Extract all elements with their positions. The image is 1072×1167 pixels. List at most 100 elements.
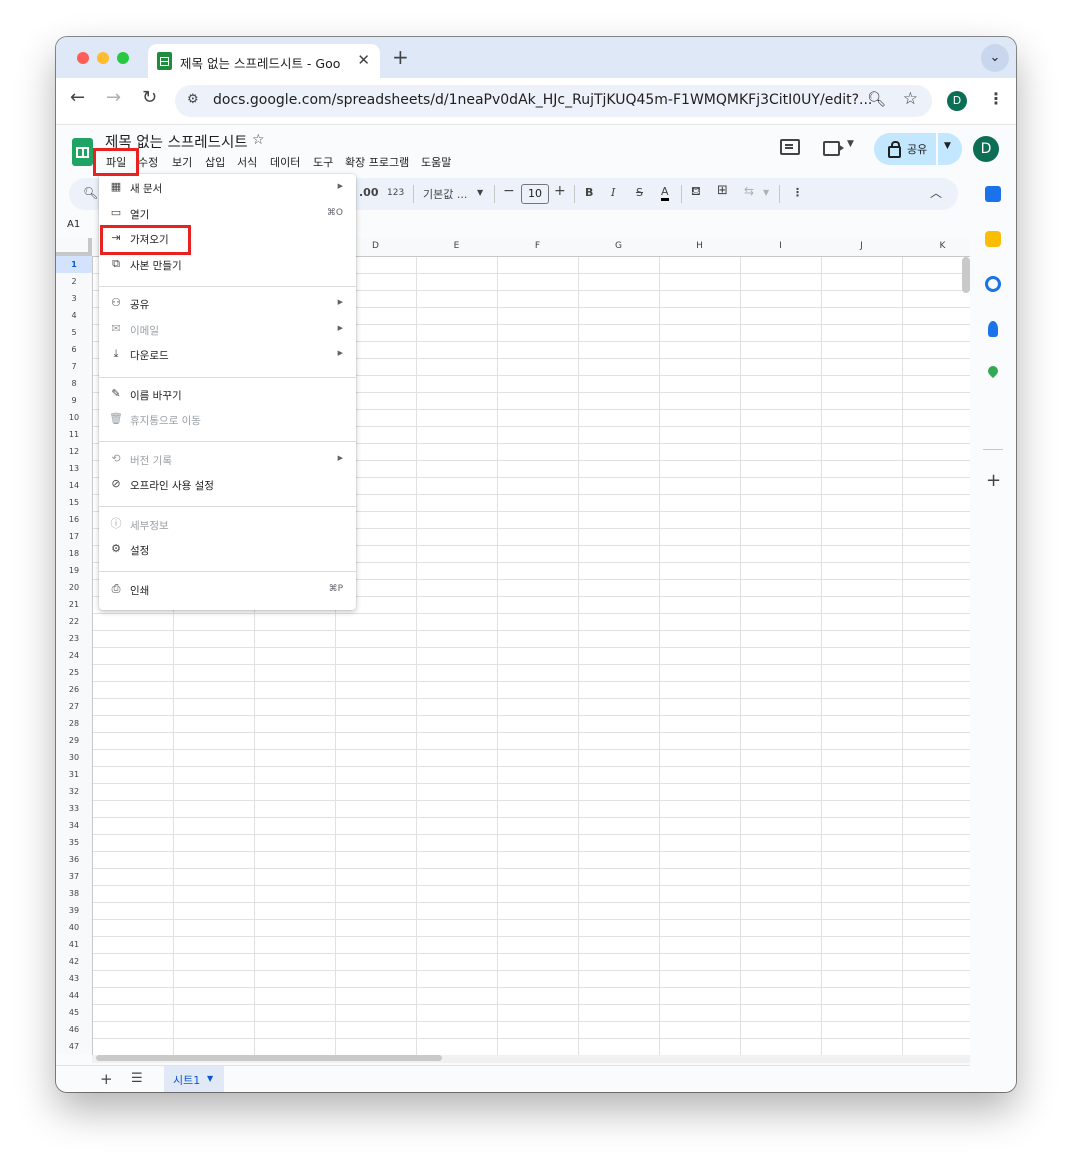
tab-search-chevron-icon[interactable]: ⌄ bbox=[981, 44, 1009, 72]
merge-cells-icon[interactable]: ⇆ bbox=[744, 184, 754, 198]
bookmark-star-icon[interactable]: ☆ bbox=[903, 89, 918, 109]
row-header[interactable]: 29 bbox=[56, 732, 92, 749]
minimize-window-button[interactable] bbox=[97, 52, 109, 64]
sheets-logo-icon[interactable] bbox=[72, 138, 93, 166]
row-header[interactable]: 32 bbox=[56, 783, 92, 800]
row-header[interactable]: 22 bbox=[56, 613, 92, 630]
maximize-window-button[interactable] bbox=[117, 52, 129, 64]
increase-decimal-button[interactable]: .00 bbox=[359, 186, 379, 199]
row-header[interactable]: 33 bbox=[56, 800, 92, 817]
close-window-button[interactable] bbox=[77, 52, 89, 64]
row-header[interactable]: 41 bbox=[56, 936, 92, 953]
menu-item-details[interactable]: ⓘ 세부정보 bbox=[99, 513, 356, 537]
number-format-button[interactable]: 123 bbox=[387, 188, 404, 198]
row-header[interactable]: 9 bbox=[56, 392, 92, 409]
column-header-e[interactable]: E bbox=[416, 241, 497, 251]
row-header[interactable]: 15 bbox=[56, 494, 92, 511]
increase-font-size-button[interactable]: + bbox=[554, 183, 566, 199]
zoom-icon[interactable]: 🔍︎ bbox=[867, 90, 886, 108]
collapse-toolbar-chevron-icon[interactable]: ︿ bbox=[930, 184, 942, 201]
row-header[interactable]: 3 bbox=[56, 290, 92, 307]
row-header[interactable]: 6 bbox=[56, 341, 92, 358]
menu-item-version-history[interactable]: ⟲ 버전 기록 ▶ bbox=[99, 448, 356, 472]
column-header-h[interactable]: H bbox=[659, 241, 740, 251]
menu-item-offline[interactable]: ⊘ 오프라인 사용 설정 bbox=[99, 473, 356, 497]
row-header[interactable]: 47 bbox=[56, 1038, 92, 1055]
address-bar[interactable]: ⚙ docs.google.com/spreadsheets/d/1neaPv0… bbox=[175, 85, 932, 117]
browser-tab[interactable]: 제목 없는 스프레드시트 - Google ✕ bbox=[148, 44, 380, 78]
row-header[interactable]: 34 bbox=[56, 817, 92, 834]
browser-menu-icon[interactable]: ⋮ bbox=[988, 89, 1004, 108]
row-header[interactable]: 18 bbox=[56, 545, 92, 562]
merge-caret-icon[interactable]: ▼ bbox=[763, 188, 769, 197]
row-header[interactable]: 28 bbox=[56, 715, 92, 732]
keep-icon[interactable] bbox=[985, 231, 1001, 247]
row-header[interactable]: 19 bbox=[56, 562, 92, 579]
menu-tools[interactable]: 도구 bbox=[313, 154, 333, 170]
column-header-k[interactable]: K bbox=[902, 241, 970, 251]
new-tab-button[interactable]: + bbox=[392, 45, 409, 69]
row-header[interactable]: 2 bbox=[56, 273, 92, 290]
menu-data[interactable]: 데이터 bbox=[270, 154, 300, 170]
menu-item-open[interactable]: ▭ 열기 ⌘O bbox=[99, 202, 356, 226]
horizontal-scrollbar[interactable] bbox=[96, 1055, 442, 1061]
menu-insert[interactable]: 삽입 bbox=[205, 154, 225, 170]
column-header-i[interactable]: I bbox=[740, 241, 821, 251]
name-box[interactable]: A1 bbox=[67, 219, 80, 230]
meet-camera-icon[interactable] bbox=[823, 141, 844, 156]
font-size-input[interactable]: 10 bbox=[521, 184, 549, 204]
menu-edit[interactable]: 수정 bbox=[138, 154, 158, 170]
menu-format[interactable]: 서식 bbox=[237, 154, 257, 170]
sheet-tab[interactable]: 시트1 ▼ bbox=[164, 1066, 224, 1092]
row-header[interactable]: 11 bbox=[56, 426, 92, 443]
row-header[interactable]: 23 bbox=[56, 630, 92, 647]
search-menus-icon[interactable]: 🔍︎ bbox=[83, 186, 98, 200]
all-sheets-menu-icon[interactable]: ☰ bbox=[131, 1071, 143, 1086]
add-sheet-button[interactable]: + bbox=[100, 1070, 113, 1088]
row-header[interactable]: 1 bbox=[56, 256, 92, 273]
site-settings-icon[interactable]: ⚙ bbox=[187, 92, 199, 107]
borders-icon[interactable]: ⊞ bbox=[717, 183, 728, 198]
back-arrow-icon[interactable]: ← bbox=[70, 87, 85, 108]
row-header[interactable]: 30 bbox=[56, 749, 92, 766]
row-header[interactable]: 37 bbox=[56, 868, 92, 885]
row-header[interactable]: 5 bbox=[56, 324, 92, 341]
row-header[interactable]: 45 bbox=[56, 1004, 92, 1021]
menu-help[interactable]: 도움말 bbox=[421, 154, 451, 170]
row-header[interactable]: 21 bbox=[56, 596, 92, 613]
decrease-font-size-button[interactable]: − bbox=[503, 183, 515, 199]
maps-icon[interactable] bbox=[985, 363, 1001, 379]
star-icon[interactable]: ☆ bbox=[252, 132, 265, 148]
row-header[interactable]: 36 bbox=[56, 851, 92, 868]
select-all-corner[interactable] bbox=[56, 238, 92, 256]
calendar-icon[interactable] bbox=[985, 186, 1001, 202]
column-header-g[interactable]: G bbox=[578, 241, 659, 251]
reload-icon[interactable]: ↻ bbox=[142, 87, 157, 108]
menu-view[interactable]: 보기 bbox=[172, 154, 192, 170]
row-header[interactable]: 26 bbox=[56, 681, 92, 698]
menu-item-email[interactable]: ✉ 이메일 ▶ bbox=[99, 318, 356, 342]
row-header[interactable]: 16 bbox=[56, 511, 92, 528]
row-header[interactable]: 8 bbox=[56, 375, 92, 392]
contacts-icon[interactable] bbox=[988, 321, 998, 337]
row-header[interactable]: 46 bbox=[56, 1021, 92, 1038]
row-header[interactable]: 39 bbox=[56, 902, 92, 919]
menu-item-new[interactable]: ▦ 새 문서 ▶ bbox=[99, 176, 356, 200]
meet-caret-icon[interactable]: ▼ bbox=[847, 139, 854, 149]
row-header[interactable]: 14 bbox=[56, 477, 92, 494]
get-addons-plus-icon[interactable]: + bbox=[986, 470, 1001, 491]
column-header-j[interactable]: J bbox=[821, 241, 902, 251]
close-tab-icon[interactable]: ✕ bbox=[357, 51, 370, 69]
comment-history-icon[interactable] bbox=[780, 139, 800, 155]
row-header[interactable]: 40 bbox=[56, 919, 92, 936]
row-header[interactable]: 20 bbox=[56, 579, 92, 596]
row-header[interactable]: 24 bbox=[56, 647, 92, 664]
row-header[interactable]: 38 bbox=[56, 885, 92, 902]
row-header[interactable]: 25 bbox=[56, 664, 92, 681]
text-color-button[interactable]: A bbox=[661, 186, 669, 201]
menu-item-download[interactable]: ⤓ 다운로드 ▶ bbox=[99, 343, 356, 367]
tasks-icon[interactable] bbox=[985, 276, 1001, 292]
sheet-tab-caret-icon[interactable]: ▼ bbox=[207, 1074, 213, 1083]
profile-avatar[interactable]: D bbox=[947, 91, 967, 111]
italic-button[interactable]: I bbox=[611, 186, 615, 199]
